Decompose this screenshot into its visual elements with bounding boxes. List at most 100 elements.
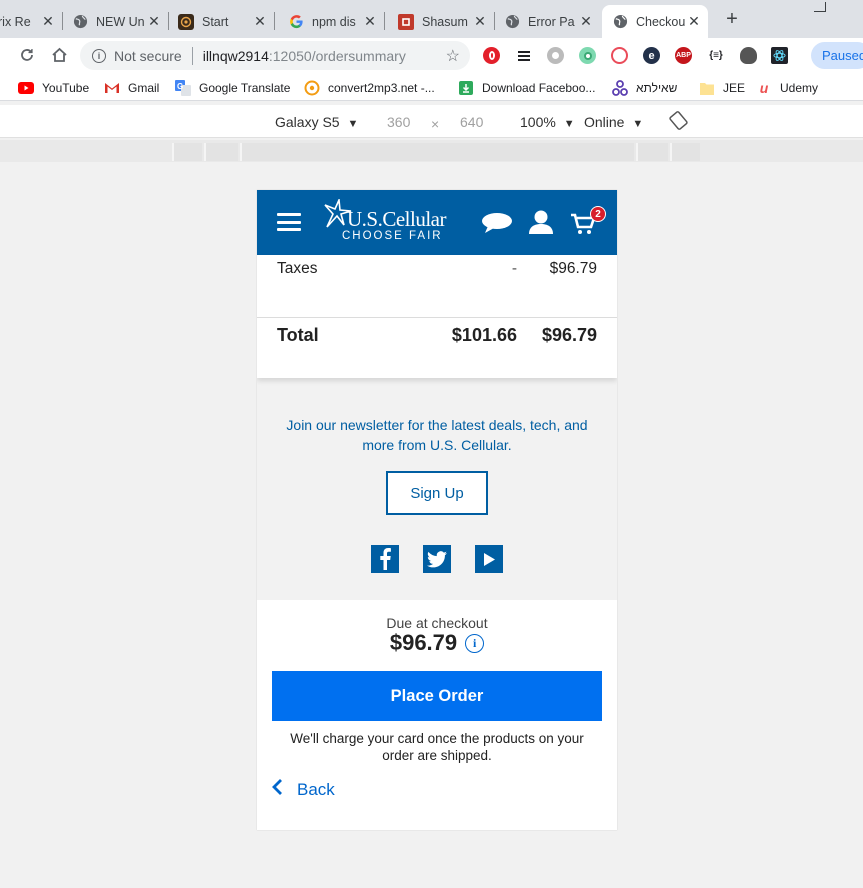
bookmark-label: שאילתא xyxy=(636,81,678,95)
opera-extension-icon[interactable] xyxy=(483,47,500,64)
tab-title: Start xyxy=(202,14,229,29)
viewport-height-field[interactable]: 640 xyxy=(460,114,483,130)
chat-icon[interactable] xyxy=(481,212,513,239)
address-bar[interactable]: i Not secure illnqw2914 :12050/ordersumm… xyxy=(80,41,470,70)
viewport-width-field[interactable]: 360 xyxy=(387,114,410,130)
bookmark-udemy[interactable]: u Udemy xyxy=(756,79,818,97)
globe-icon xyxy=(504,14,520,30)
gmail-icon xyxy=(104,81,120,95)
tab-close-icon[interactable]: ✕ xyxy=(578,13,594,30)
network-icon xyxy=(612,80,628,96)
bookmark-star-icon[interactable]: ☆ xyxy=(446,46,460,66)
bookmark-label: Google Translate xyxy=(199,81,291,95)
facebook-icon[interactable] xyxy=(371,545,399,573)
tab-close-icon[interactable]: ✕ xyxy=(686,13,702,30)
reload-icon[interactable] xyxy=(15,43,39,67)
bookmark-google-translate[interactable]: G Google Translate xyxy=(175,79,290,97)
order-summary: Taxes - $96.79 Total $101.66 $96.79 xyxy=(257,255,617,378)
tab-title: rix Re xyxy=(0,14,31,29)
browser-tab[interactable]: rix Re ✕ xyxy=(0,5,62,38)
bookmark-label: convert2mp3.net -... xyxy=(328,81,435,95)
head-extension-icon[interactable] xyxy=(740,47,757,64)
device-name: Galaxy S5 xyxy=(275,114,340,130)
youtube-icon[interactable] xyxy=(475,545,503,573)
tab-title: npm dis xyxy=(312,14,356,29)
due-amount: $96.79 xyxy=(389,630,458,655)
profile-paused-button[interactable]: Paused xyxy=(811,42,863,69)
bookmark-folder-jee[interactable]: JEE xyxy=(699,79,745,97)
shasum-icon xyxy=(398,13,414,30)
home-icon[interactable] xyxy=(47,43,71,67)
tab-close-icon[interactable]: ✕ xyxy=(146,13,162,30)
url-path: :12050/ordersummary xyxy=(268,47,406,64)
bookmark-hebrew-query[interactable]: שאילתא xyxy=(612,79,677,97)
chevron-down-icon: ▼ xyxy=(563,118,575,130)
tab-close-icon[interactable]: ✕ xyxy=(40,13,56,30)
account-icon[interactable] xyxy=(528,209,554,240)
browser-tab[interactable]: npm dis ✕ xyxy=(278,5,384,38)
json-extension-icon[interactable]: {≡} xyxy=(705,47,727,64)
sign-up-button[interactable]: Sign Up xyxy=(386,471,488,515)
spiral-extension-icon[interactable] xyxy=(611,47,628,64)
bookmark-gmail[interactable]: Gmail xyxy=(104,79,159,97)
taxes-label: Taxes xyxy=(277,260,318,277)
bookmarks-bar: YouTube Gmail G Google Translate convert… xyxy=(0,74,863,101)
hamburger-menu-icon[interactable] xyxy=(277,213,301,231)
network-status: Online xyxy=(584,114,625,130)
browser-tab[interactable]: Start ✕ xyxy=(168,5,274,38)
tab-title: NEW Un xyxy=(96,14,145,29)
place-order-button[interactable]: Place Order xyxy=(272,671,602,721)
start-icon xyxy=(178,13,194,30)
tab-close-icon[interactable]: ✕ xyxy=(252,13,268,30)
globe-icon xyxy=(72,14,88,30)
bookmark-youtube[interactable]: YouTube xyxy=(18,79,89,97)
browser-tab[interactable]: Error Pa ✕ xyxy=(494,5,600,38)
chevron-left-icon xyxy=(271,778,283,802)
globe-icon xyxy=(612,14,628,30)
newsletter-text: Join our newsletter for the latest deals… xyxy=(286,417,588,453)
browser-tab[interactable]: NEW Un ✕ xyxy=(62,5,168,38)
rotate-icon[interactable] xyxy=(669,111,688,133)
network-throttle-select[interactable]: Online ▼ xyxy=(584,114,643,130)
new-tab-button[interactable]: + xyxy=(722,8,742,31)
brand-name: U.S.Cellular xyxy=(347,207,447,231)
e-extension-icon[interactable]: e xyxy=(643,47,660,64)
twitter-icon[interactable] xyxy=(423,545,451,573)
bookmark-label: YouTube xyxy=(42,81,90,95)
udemy-icon: u xyxy=(759,80,769,96)
browser-tab[interactable]: Shasum ✕ xyxy=(388,5,494,38)
download-icon xyxy=(458,81,474,95)
media-query-bar[interactable] xyxy=(0,140,863,162)
browser-tab-active[interactable]: Checkou ✕ xyxy=(602,5,708,38)
zoom-select[interactable]: 100% ▼ xyxy=(520,114,575,130)
react-extension-icon[interactable] xyxy=(771,47,788,64)
back-link[interactable]: Back xyxy=(271,778,335,802)
device-select[interactable]: Galaxy S5 ▼ xyxy=(275,114,358,130)
svg-text:G: G xyxy=(177,82,183,91)
stack-extension-icon[interactable] xyxy=(515,47,532,64)
chevron-down-icon: ▼ xyxy=(632,118,644,130)
zoom-level: 100% xyxy=(520,114,556,130)
cart-count-badge: 2 xyxy=(590,206,606,222)
uscellular-logo[interactable]: U.S.Cellular CHOOSE FAIR xyxy=(319,199,464,247)
youtube-icon xyxy=(18,81,34,95)
bookmark-download-facebook[interactable]: Download Faceboo... xyxy=(458,79,595,97)
window-control-icon[interactable] xyxy=(814,2,826,12)
bookmark-label: JEE xyxy=(723,81,746,95)
browser-tab-bar: rix Re ✕ NEW Un ✕ Start ✕ npm dis ✕ Shas… xyxy=(0,0,863,38)
info-icon[interactable]: i xyxy=(92,48,106,63)
color-picker-extension-icon[interactable] xyxy=(579,47,596,64)
newsletter-section: Join our newsletter for the latest deals… xyxy=(257,378,617,600)
divider xyxy=(257,317,617,318)
total-due-value: $96.79 xyxy=(541,324,597,345)
gear-extension-icon[interactable] xyxy=(547,47,564,64)
tab-close-icon[interactable]: ✕ xyxy=(472,13,488,30)
adblock-extension-icon[interactable]: ABP xyxy=(675,47,692,64)
bookmark-label: Download Faceboo... xyxy=(482,81,596,95)
tab-close-icon[interactable]: ✕ xyxy=(362,13,378,30)
taxes-due-value: $96.79 xyxy=(549,260,597,277)
google-icon xyxy=(288,14,304,30)
info-icon[interactable]: i xyxy=(465,633,485,653)
bookmark-convert2mp3[interactable]: convert2mp3.net -... xyxy=(304,79,435,97)
browser-toolbar: i Not secure illnqw2914 :12050/ordersumm… xyxy=(0,38,863,74)
